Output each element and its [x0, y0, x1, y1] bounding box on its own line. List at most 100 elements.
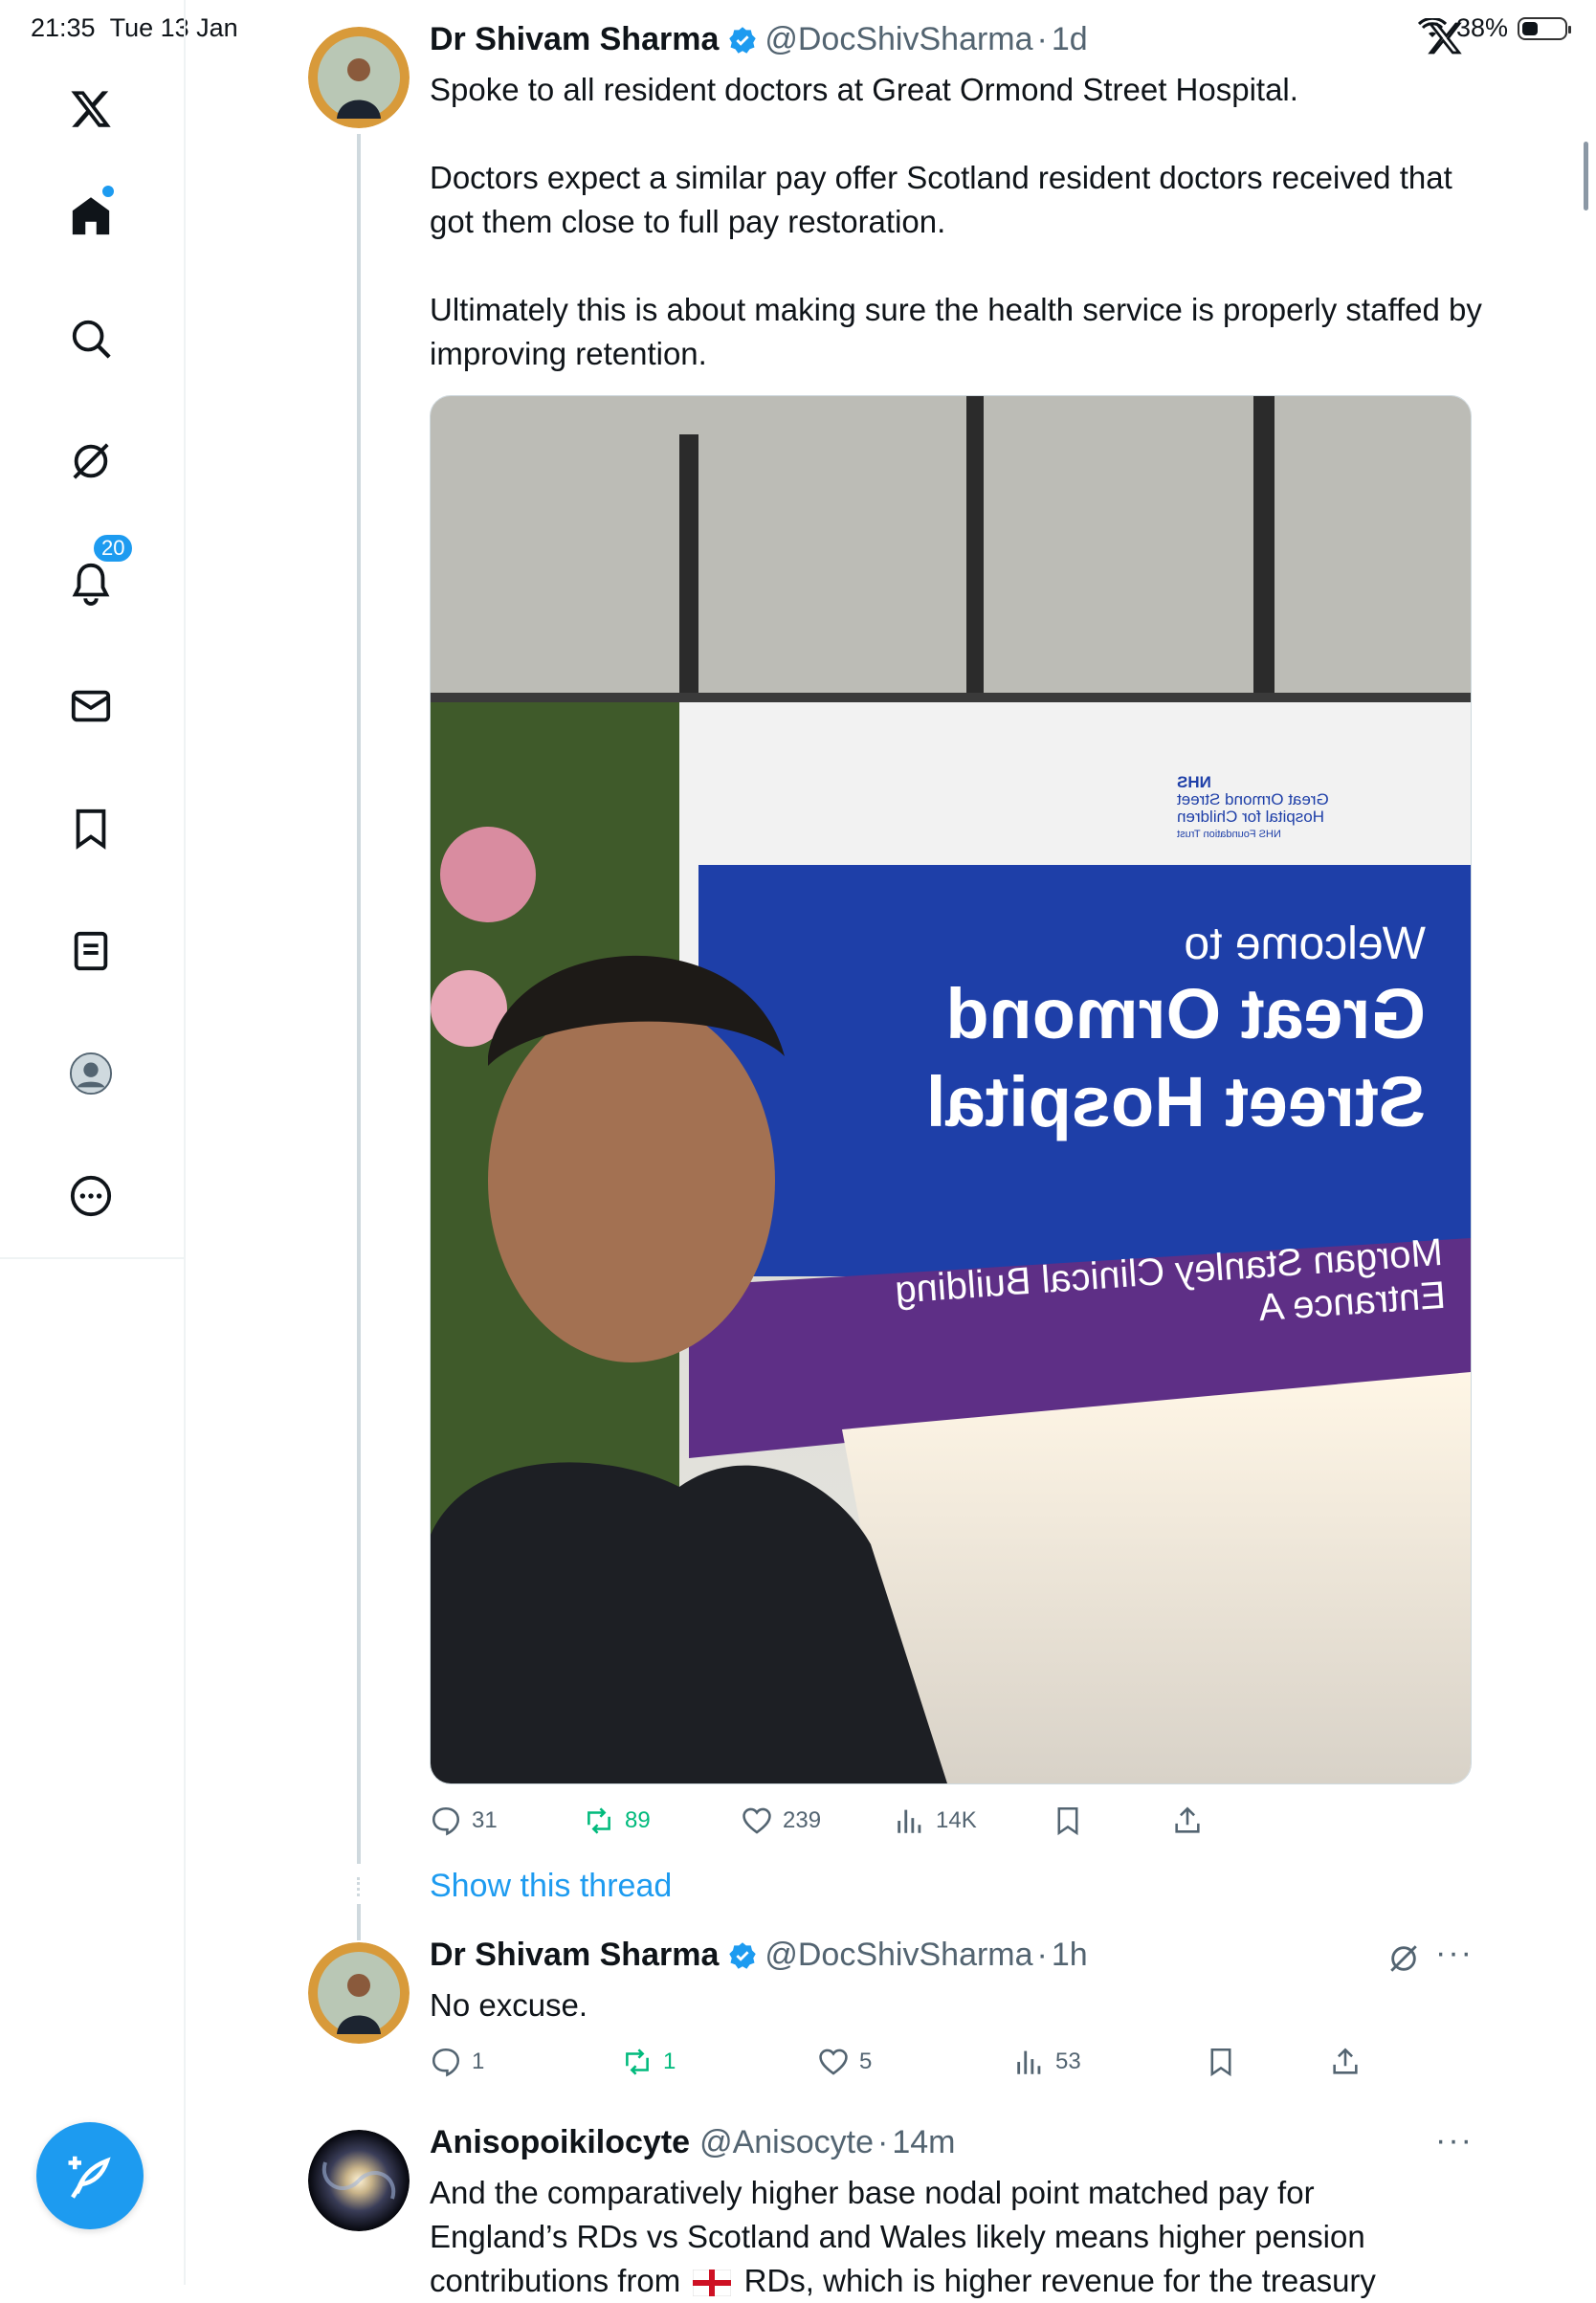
tweet-more-button[interactable]: ··· [1435, 1935, 1474, 1972]
repost-count: 1 [663, 2048, 676, 2074]
nav-search[interactable] [62, 310, 120, 367]
views-button[interactable]: 53 [1013, 2046, 1081, 2078]
reply-button[interactable]: 31 [430, 1805, 498, 1837]
avatar-photo [308, 27, 410, 128]
nav-lists[interactable] [62, 922, 120, 980]
heart-icon [743, 1807, 771, 1834]
views-button[interactable]: 14K [894, 1805, 977, 1837]
tweet-line: contributions from RDs, which is higher … [430, 2259, 1559, 2303]
compose-button[interactable] [36, 2122, 144, 2229]
author-handle[interactable]: @DocShivSharma [765, 1937, 1032, 1974]
heart-icon [819, 2048, 848, 2075]
grok-icon [73, 443, 109, 479]
sign-welcome-line: Welcome to [1184, 919, 1426, 969]
repost-button[interactable]: 1 [621, 2046, 676, 2078]
new-posts-dot [100, 184, 116, 199]
reply-icon [432, 1806, 460, 1836]
thread-connector [357, 1904, 361, 1940]
tweet-paragraph: Doctors expect a similar pay offer Scotl… [430, 160, 1452, 239]
tweet-text: And the comparatively higher base nodal … [430, 2171, 1559, 2303]
list-icon [74, 931, 108, 971]
sign-nhs: NHS [1177, 773, 1211, 791]
tweet-line: And the comparatively higher base nodal … [430, 2175, 1315, 2210]
author-avatar[interactable] [308, 1942, 410, 2044]
repost-count: 89 [625, 1807, 651, 1833]
x-logo-button[interactable] [62, 80, 120, 138]
sign-org: NHS Great Ormond Street Hospital for Chi… [1177, 773, 1329, 843]
share-icon [1333, 2048, 1358, 2074]
more-circle-icon [70, 1175, 112, 1217]
tweet-photo[interactable]: NHS Great Ormond Street Hospital for Chi… [430, 395, 1472, 1784]
share-button[interactable] [1171, 1805, 1204, 1837]
tweet-header: Dr Shivam Sharma @DocShivSharma · 1d [430, 21, 1088, 58]
sign-title-1: Great Ormond [945, 974, 1426, 1053]
like-button[interactable]: 239 [741, 1805, 821, 1837]
nav-more[interactable] [62, 1167, 120, 1225]
nav-profile[interactable] [62, 1045, 120, 1102]
x-logo-icon [71, 91, 111, 127]
author-handle[interactable]: @Anisocyte [699, 2124, 874, 2161]
tweet-header: Dr Shivam Sharma @DocShivSharma · 1h [430, 1937, 1088, 1974]
nav-notifications[interactable]: 20 [62, 532, 136, 612]
tweet-time[interactable]: 1d [1052, 21, 1088, 58]
nav-grok[interactable] [62, 432, 120, 490]
tweet-paragraph: Ultimately this is about making sure the… [430, 292, 1482, 371]
avatar-photo [308, 1942, 410, 2044]
tweet-header: Anisopoikilocyte @Anisocyte · 14m [430, 2124, 955, 2161]
share-button[interactable] [1329, 2046, 1362, 2078]
separator-dot: · [1036, 21, 1048, 57]
reply-count: 31 [472, 1807, 498, 1833]
tweet-time[interactable]: 1h [1052, 1937, 1088, 1974]
search-icon [72, 320, 111, 359]
tweet-line: England’s RDs vs Scotland and Wales like… [430, 2219, 1365, 2254]
nav-bookmarks[interactable] [62, 800, 120, 857]
sign-org-3: NHS Foundation Trust [1177, 829, 1281, 840]
author-name[interactable]: Dr Shivam Sharma [430, 1937, 719, 1974]
separator-dot: · [876, 2124, 889, 2160]
tweet-line-part: contributions from [430, 2263, 681, 2298]
tweet-time[interactable]: 14m [892, 2124, 955, 2161]
bookmark-icon [1210, 2048, 1231, 2077]
bell-icon [72, 563, 110, 606]
scrollbar[interactable] [1584, 142, 1588, 210]
repost-button[interactable]: 89 [583, 1805, 651, 1837]
sign-title-2: Street Hospital [925, 1062, 1426, 1141]
author-avatar[interactable] [308, 27, 410, 128]
like-button[interactable]: 5 [817, 2046, 872, 2078]
home-icon [72, 197, 110, 235]
repost-icon [626, 2048, 649, 2075]
reply-icon [432, 2048, 460, 2077]
nav-home[interactable] [62, 184, 120, 245]
bookmark-button[interactable] [1052, 1805, 1084, 1837]
profile-avatar-icon [69, 1052, 113, 1096]
author-avatar[interactable] [308, 2130, 410, 2231]
view-count: 14K [936, 1807, 977, 1833]
author-name[interactable]: Anisopoikilocyte [430, 2124, 690, 2161]
tweet-more-button[interactable]: ··· [1435, 2122, 1474, 2159]
repost-icon [587, 1807, 610, 1834]
thread-connector [357, 134, 361, 1864]
sidebar-divider [0, 1257, 184, 1259]
show-this-thread-link[interactable]: Show this thread [430, 1868, 672, 1905]
grok-icon[interactable] [1387, 1942, 1420, 1975]
reply-count: 1 [472, 2048, 485, 2074]
reply-button[interactable]: 1 [430, 2046, 484, 2078]
views-icon [898, 1809, 921, 1833]
battery-icon [1518, 16, 1571, 40]
thread-gap-dots [357, 1877, 364, 1896]
compose-icon [68, 2156, 111, 2199]
tweet-actions: 1 1 5 53 [430, 2040, 1470, 2084]
x-overlay-icon [1428, 22, 1462, 55]
galaxy-avatar [308, 2130, 410, 2231]
sign-org-1: Great Ormond Street [1177, 790, 1329, 808]
author-handle[interactable]: @DocShivSharma [765, 21, 1032, 58]
england-flag-icon [692, 2269, 732, 2297]
bookmark-button[interactable] [1205, 2046, 1237, 2078]
view-count: 53 [1055, 2048, 1081, 2074]
notification-badge: 20 [91, 532, 136, 565]
tweet-line-part: RDs, which is higher revenue for the tre… [743, 2263, 1376, 2298]
author-name[interactable]: Dr Shivam Sharma [430, 21, 719, 58]
tweet-actions: 31 89 239 14K [430, 1799, 1470, 1843]
verified-badge-icon [729, 26, 757, 54]
nav-messages[interactable] [62, 677, 120, 735]
